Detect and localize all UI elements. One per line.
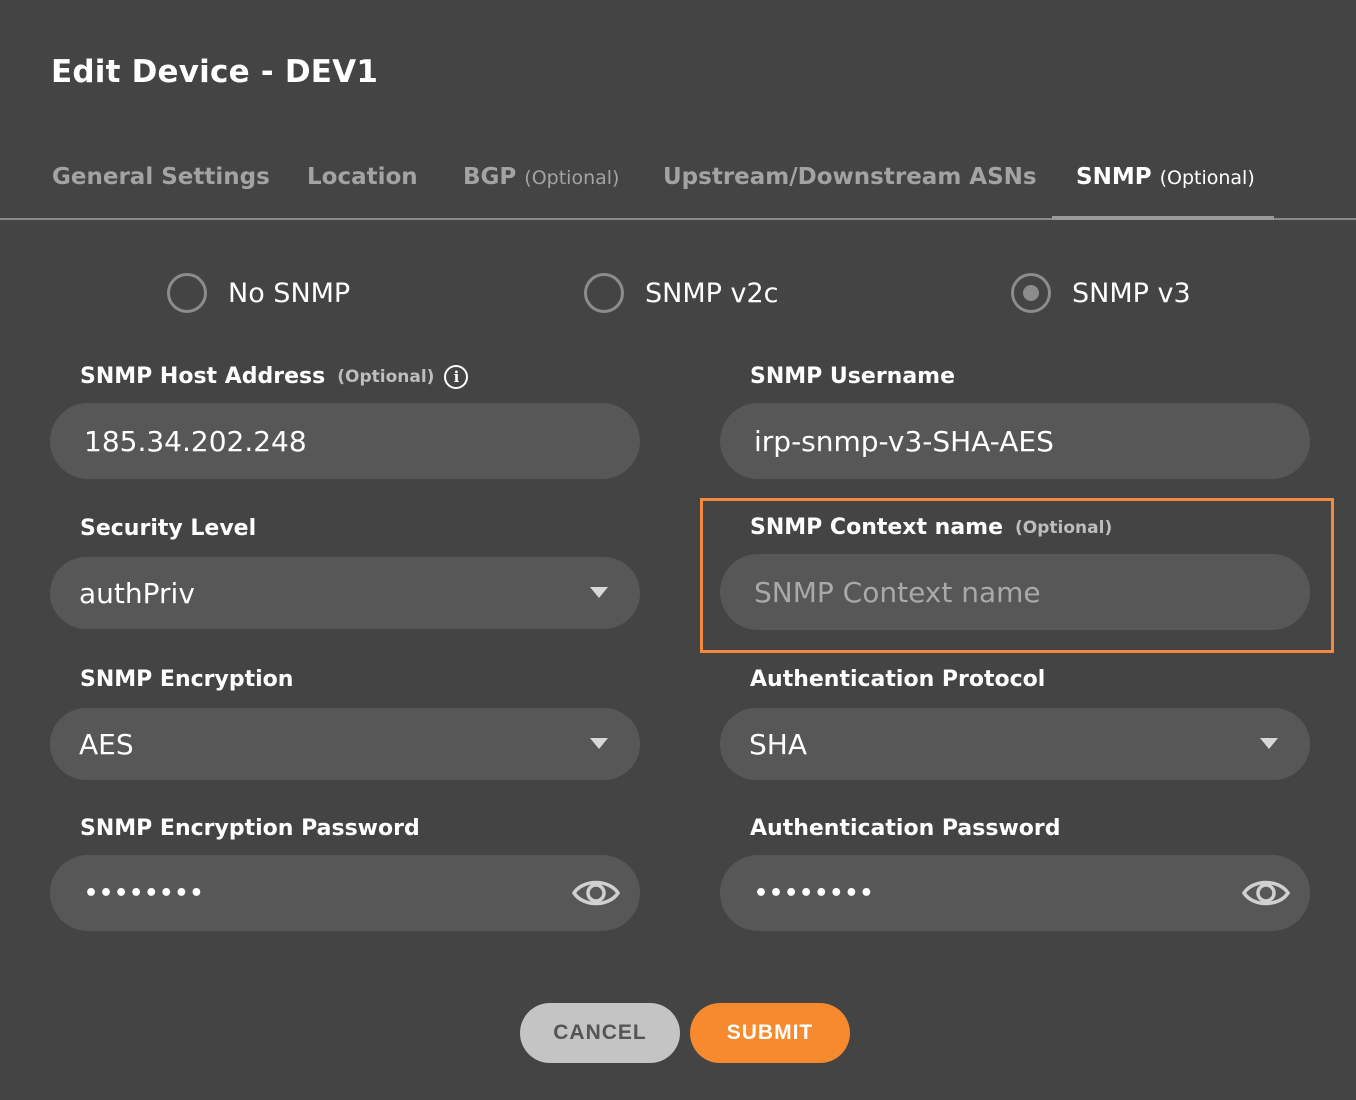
radio-snmp-v2c[interactable]: SNMP v2c [584,272,779,314]
dropdown-caret-icon [590,738,608,749]
auth-protocol-select[interactable]: SHA [720,708,1310,780]
encryption-label: SNMP Encryption [80,667,294,692]
context-name-label: SNMP Context name (Optional) [750,515,1113,540]
auth-password-label: Authentication Password [750,816,1061,841]
optional-tag: (Optional) [337,366,435,387]
security-level-select[interactable]: authPriv [50,557,640,629]
tab-bar: General Settings Location BGP (Optional)… [0,150,1356,220]
radio-label: SNMP v3 [1072,277,1191,309]
tab-location[interactable]: Location [307,164,418,190]
show-password-eye-icon[interactable] [571,871,621,915]
radio-no-snmp[interactable]: No SNMP [167,272,350,314]
security-level-label: Security Level [80,516,257,541]
cancel-button[interactable]: CANCEL [520,1003,680,1063]
tab-optional-label: (Optional) [1159,167,1255,189]
tab-snmp[interactable]: SNMP (Optional) [1076,164,1255,190]
username-label: SNMP Username [750,364,956,389]
username-input[interactable]: irp-snmp-v3-SHA-AES [720,403,1310,479]
show-password-eye-icon[interactable] [1241,871,1291,915]
host-address-label: SNMP Host Address (Optional) i [80,364,469,389]
radio-circle-icon [584,273,624,313]
active-tab-indicator [1052,216,1274,220]
dropdown-caret-icon [1260,738,1278,749]
dialog-title: Edit Device - DEV1 [51,54,379,90]
encryption-select[interactable]: AES [50,708,640,780]
radio-label: No SNMP [228,277,351,309]
context-name-input[interactable]: SNMP Context name [720,554,1310,630]
auth-protocol-label: Authentication Protocol [750,667,1046,692]
encryption-password-label: SNMP Encryption Password [80,816,420,841]
optional-tag: (Optional) [1015,517,1113,538]
tab-general-settings[interactable]: General Settings [52,164,270,190]
radio-label: SNMP v2c [645,277,779,309]
tab-bgp[interactable]: BGP (Optional) [463,164,619,190]
dropdown-caret-icon [590,587,608,598]
context-name-placeholder: SNMP Context name [754,575,1041,609]
submit-button[interactable]: SUBMIT [690,1003,850,1063]
radio-snmp-v3[interactable]: SNMP v3 [1011,272,1191,314]
host-address-input[interactable]: 185.34.202.248 [50,403,640,479]
radio-checked-icon [1011,273,1051,313]
radio-circle-icon [167,273,207,313]
tab-upstream-downstream-asns[interactable]: Upstream/Downstream ASNs [663,164,1037,190]
encryption-password-input[interactable]: •••••••• [50,855,640,931]
tab-optional-label: (Optional) [524,167,620,189]
auth-password-input[interactable]: •••••••• [720,855,1310,931]
info-icon[interactable]: i [444,364,469,389]
